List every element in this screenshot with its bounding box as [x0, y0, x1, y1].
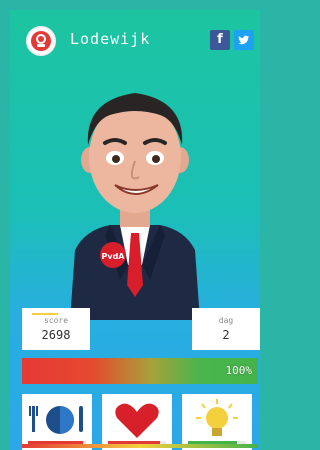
happiness-progress-bar: 100% [22, 358, 258, 384]
love-button[interactable] [102, 394, 172, 450]
day-card: dag 2 [192, 308, 260, 350]
idea-button[interactable] [182, 394, 252, 450]
bottom-color-strip [22, 444, 258, 448]
facebook-icon: f [217, 32, 223, 47]
badge-text: PvdA [102, 252, 126, 261]
pvda-logo [26, 26, 56, 56]
day-label: dag [218, 316, 234, 325]
twitter-icon [238, 35, 249, 45]
feed-button[interactable] [22, 394, 92, 450]
header: Lodewijk f [10, 10, 260, 70]
progress-value: 100% [225, 364, 253, 377]
politician-avatar: PvdA [70, 93, 200, 320]
facebook-share-button[interactable]: f [210, 30, 230, 50]
player-name: Lodewijk [70, 30, 151, 48]
rose-logo-icon [31, 31, 51, 51]
game-screen: Lodewijk f PvdA score 2698 dag 2 100% [10, 10, 260, 450]
score-label: score [43, 316, 69, 325]
twitter-share-button[interactable] [234, 30, 254, 50]
day-value: 2 [222, 328, 230, 342]
score-card: score 2698 [22, 308, 90, 350]
score-value: 2698 [41, 328, 71, 342]
